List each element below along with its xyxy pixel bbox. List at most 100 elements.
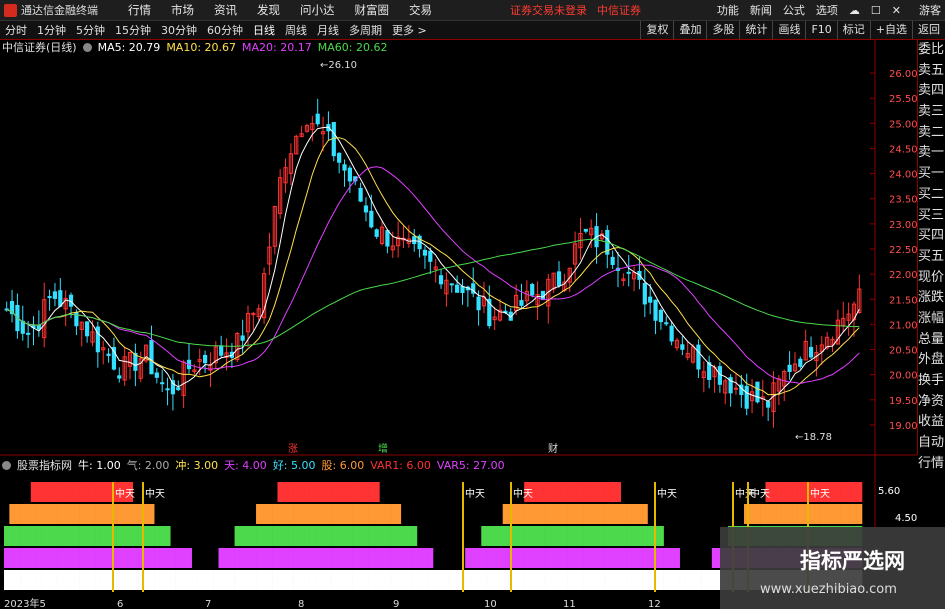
candle-body: [680, 344, 685, 350]
marker-label: 中天: [750, 487, 770, 500]
indicator-band: [685, 570, 691, 590]
indicator-band: [250, 548, 257, 568]
indicator-band: [331, 482, 337, 502]
candle-body: [342, 164, 347, 171]
candle-body: [52, 291, 58, 299]
indicator-band: [234, 548, 241, 568]
quote-field-10[interactable]: 买五: [918, 247, 945, 268]
indicator-settings-icon[interactable]: [2, 460, 11, 470]
quote-field-5[interactable]: 卖一: [918, 143, 945, 164]
candle-body: [385, 230, 390, 247]
indicator-band: [406, 570, 412, 590]
quote-field-3[interactable]: 卖三: [918, 102, 945, 123]
indicator-band: [121, 526, 128, 546]
indicator-band: [620, 548, 627, 568]
indicator-band: [647, 570, 654, 590]
quote-panel: 委比 卖五 卖四 卖三 卖二 卖一 买一 买二 买三 买四 买五 现价 涨跌 涨幅 总量 外盘 换手 净资 收益 自动…: [917, 40, 945, 471]
indicator-band: [609, 482, 616, 502]
indicator-band: [792, 504, 798, 524]
indicator-band: [416, 570, 423, 590]
indicator-band: [631, 504, 638, 524]
quote-field-9[interactable]: 买四: [918, 226, 945, 247]
marker-label: 中天: [115, 487, 135, 500]
quote-field-15[interactable]: 外盘: [918, 350, 945, 371]
indicator-band: [368, 504, 375, 524]
indicator-band: [674, 548, 680, 568]
candle-body: [337, 152, 342, 163]
indicator-band: [9, 570, 16, 590]
quote-field-8[interactable]: 买三: [918, 206, 945, 227]
indicator-band: [62, 482, 69, 502]
indicator-band: [282, 504, 289, 524]
indicator-band: [100, 504, 107, 524]
quote-field-4[interactable]: 卖二: [918, 123, 945, 144]
indicator-band: [175, 548, 182, 568]
ma20-line: [6, 166, 860, 385]
label-gu: 股: 6.00: [321, 459, 365, 472]
indicator-band: [513, 548, 520, 568]
indicator-band: [79, 548, 85, 568]
indicator-band: [465, 548, 471, 568]
indicator-band: [288, 570, 294, 590]
indicator-band: [561, 482, 568, 502]
event-marker: 财: [548, 442, 558, 455]
indicator-band: [116, 526, 123, 546]
candle-body: [47, 296, 52, 299]
quote-field-11[interactable]: 现价: [918, 268, 945, 289]
label-niu: 牛: 1.00: [78, 459, 121, 472]
indicator-band: [186, 548, 192, 568]
indicator-band: [121, 570, 128, 590]
quote-field-1[interactable]: 卖五: [918, 61, 945, 82]
indicator-band: [534, 570, 541, 590]
indicator-band: [770, 504, 777, 524]
quote-field-18[interactable]: 收益: [918, 412, 945, 433]
indicator-band: [62, 570, 69, 590]
quote-field-17[interactable]: 净资: [918, 392, 945, 413]
indicator-band: [84, 504, 91, 524]
indicator-band: [341, 570, 348, 590]
indicator-band: [320, 504, 327, 524]
quote-field-7[interactable]: 买二: [918, 185, 945, 206]
indicator-band: [470, 570, 477, 590]
price-tick-label: 25.50: [889, 94, 918, 105]
kline-chart[interactable]: 26.00 25.50 25.00 24.50 24.00 23.50 23.00 22.50…: [0, 0, 945, 609]
indicator-band: [443, 570, 450, 590]
indicator-band: [288, 548, 294, 568]
indicator-band: [105, 482, 112, 502]
quote-field-20[interactable]: 行情: [918, 454, 945, 475]
quote-field-16[interactable]: 换手: [918, 371, 945, 392]
indicator-band: [433, 570, 439, 590]
quote-field-2[interactable]: 卖四: [918, 81, 945, 102]
indicator-band: [760, 504, 766, 524]
indicator-band: [491, 526, 498, 546]
indicator-band: [320, 526, 327, 546]
quote-field-14[interactable]: 总量: [918, 330, 945, 351]
indicator-band: [100, 548, 107, 568]
date-label: 12: [648, 599, 661, 609]
indicator-band: [604, 526, 611, 546]
indicator-band: [95, 504, 101, 524]
candle-body: [160, 382, 165, 385]
candle-body: [219, 345, 224, 356]
quote-field-19[interactable]: 自动: [918, 433, 945, 454]
candle-body: [583, 228, 588, 232]
indicator-band: [642, 548, 648, 568]
indicator-band: [427, 548, 434, 568]
candle-body: [438, 275, 444, 285]
indicator-band: [202, 570, 209, 590]
quote-field-6[interactable]: 买一: [918, 164, 945, 185]
indicator-name[interactable]: 股票指标网: [17, 457, 72, 473]
indicator-band: [470, 548, 477, 568]
indicator-band: [572, 504, 579, 524]
indicator-band: [540, 548, 546, 568]
indicator-band: [52, 526, 58, 546]
indicator-band: [475, 548, 482, 568]
indicator-band: [583, 570, 589, 590]
quote-field-12[interactable]: 涨跌: [918, 288, 945, 309]
indicator-band: [749, 504, 756, 524]
indicator-band: [159, 526, 166, 546]
indicator-band: [143, 504, 150, 524]
indicator-band: [427, 570, 434, 590]
quote-field-13[interactable]: 涨幅: [918, 309, 945, 330]
quote-field-0[interactable]: 委比: [918, 40, 945, 61]
